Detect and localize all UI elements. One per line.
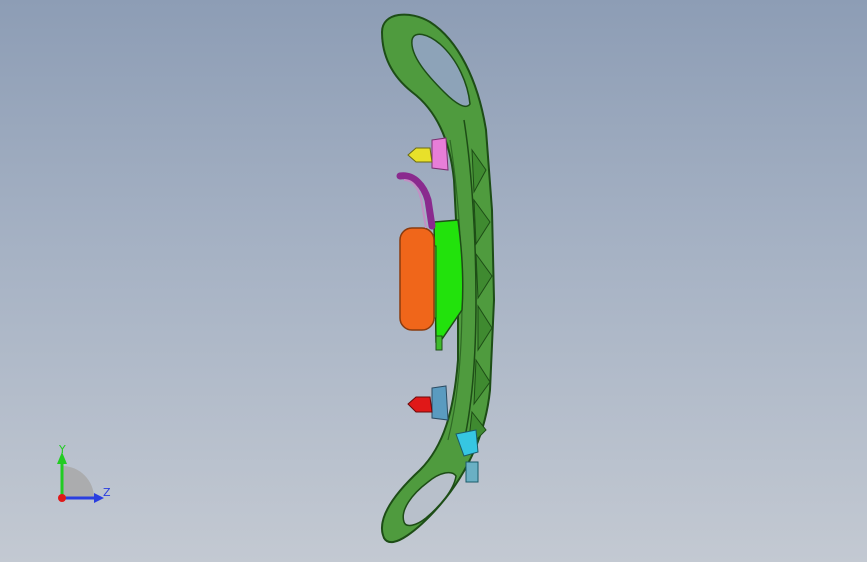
coordinate-triad[interactable]: Y Z <box>40 440 130 520</box>
cad-3d-viewport[interactable]: Y Z <box>0 0 867 562</box>
top-nut <box>407 147 433 163</box>
z-axis-label: Z <box>103 486 111 499</box>
bottom-washer <box>431 385 449 421</box>
orange-cushion-block[interactable] <box>399 227 435 331</box>
x-axis-origin-dot <box>58 494 66 502</box>
top-washer <box>431 137 449 171</box>
model-assembly[interactable] <box>0 0 867 562</box>
y-axis-label: Y <box>59 443 66 456</box>
top-fastener[interactable] <box>407 137 449 171</box>
bottom-fastener[interactable] <box>407 385 449 421</box>
bottom-nut <box>407 396 433 413</box>
cable-harness[interactable] <box>396 172 436 230</box>
triad-xy-plane-arc <box>62 466 94 498</box>
triad-graphic <box>57 452 104 503</box>
bracket-foot-bottom <box>435 335 443 351</box>
